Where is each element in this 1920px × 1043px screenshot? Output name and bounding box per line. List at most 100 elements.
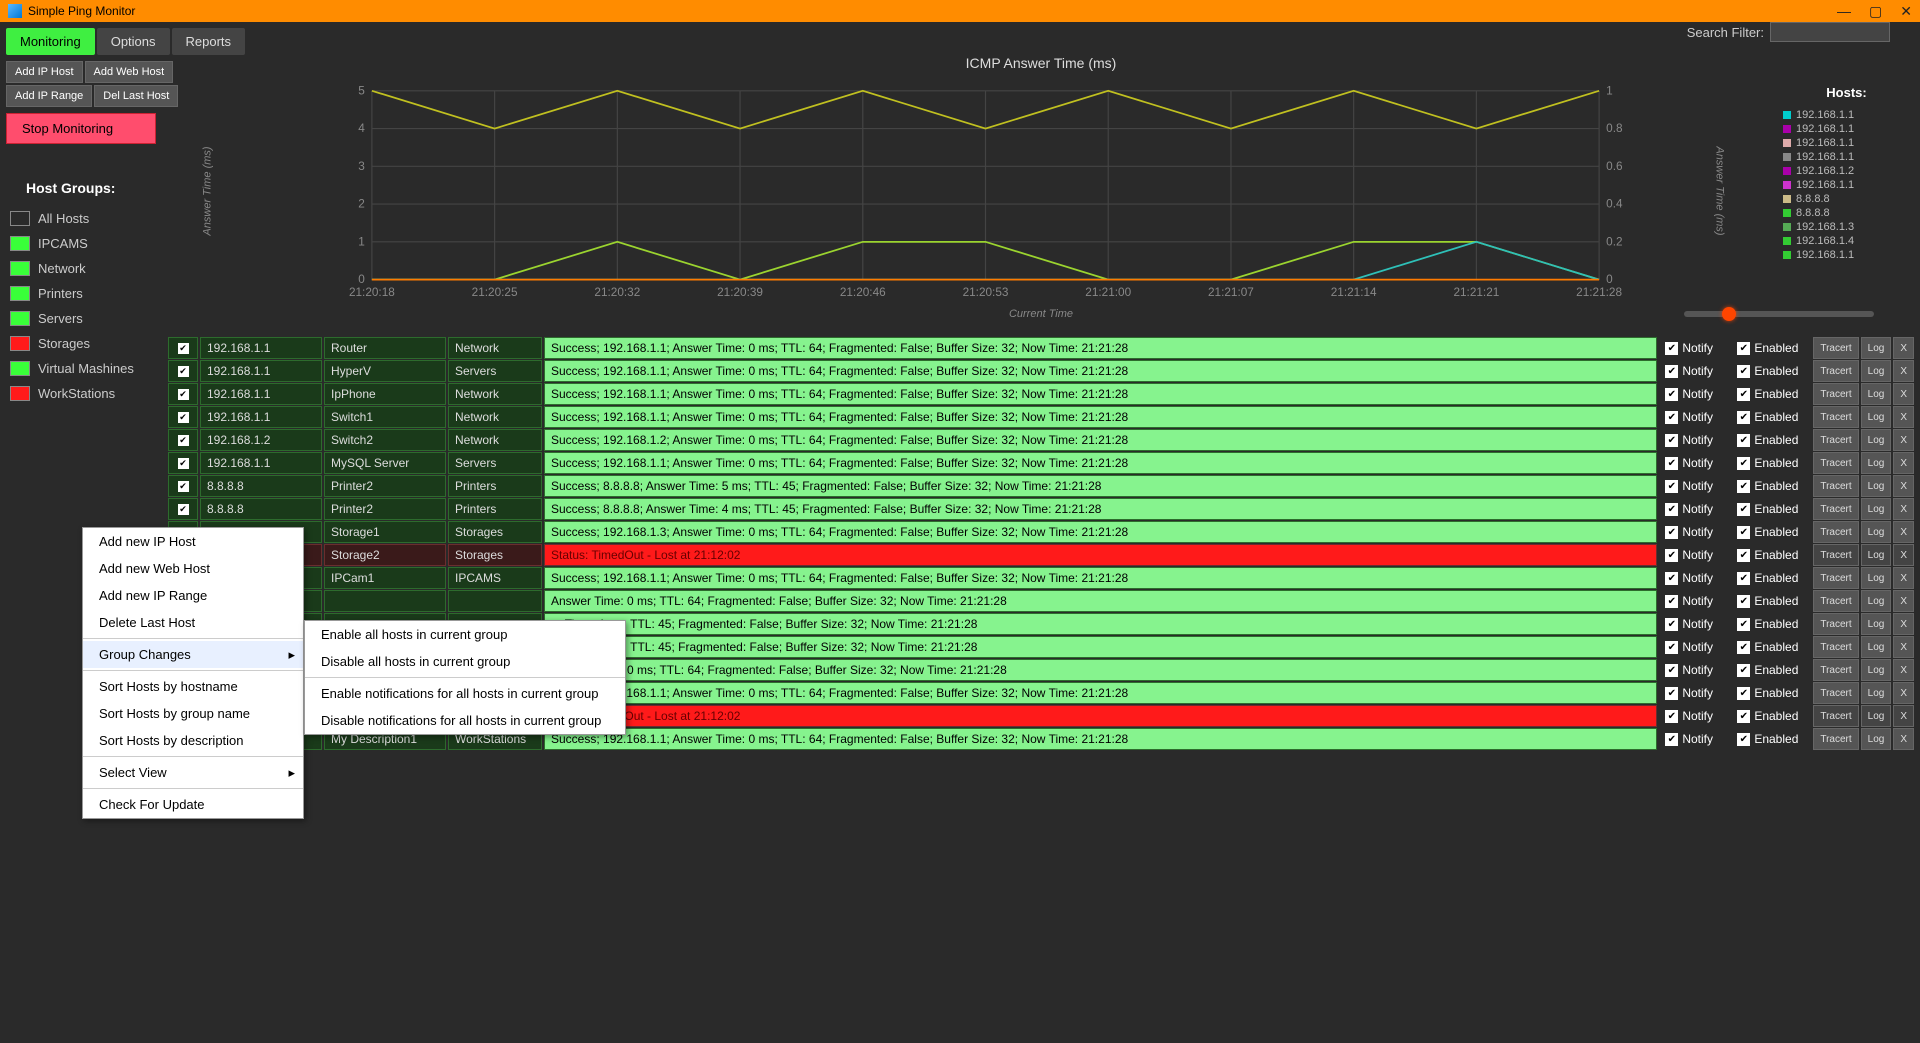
checkbox-icon[interactable]: ✔ (1737, 388, 1750, 401)
tracert-button[interactable]: Tracert (1813, 705, 1858, 727)
maximize-icon[interactable]: ▢ (1869, 3, 1882, 20)
row-expand[interactable]: ✔ (168, 475, 198, 497)
context-menu-item[interactable]: Check For Update (83, 791, 303, 818)
notify-cell[interactable]: ✔Notify (1659, 544, 1729, 566)
log-button[interactable]: Log (1861, 636, 1892, 658)
delete-row-button[interactable]: X (1893, 360, 1914, 382)
checkbox-icon[interactable]: ✔ (1665, 595, 1678, 608)
delete-row-button[interactable]: X (1893, 544, 1914, 566)
checkbox-icon[interactable]: ✔ (1737, 733, 1750, 746)
legend-item[interactable]: 192.168.1.1 (1779, 136, 1914, 150)
checkbox-icon[interactable]: ✔ (1737, 457, 1750, 470)
enabled-cell[interactable]: ✔Enabled (1731, 567, 1811, 589)
delete-row-button[interactable]: X (1893, 406, 1914, 428)
checkbox-icon[interactable]: ✔ (1737, 526, 1750, 539)
log-button[interactable]: Log (1861, 682, 1892, 704)
notify-cell[interactable]: ✔Notify (1659, 360, 1729, 382)
tracert-button[interactable]: Tracert (1813, 590, 1858, 612)
sidebar-item[interactable]: Printers (6, 281, 156, 306)
enabled-cell[interactable]: ✔Enabled (1731, 498, 1811, 520)
notify-cell[interactable]: ✔Notify (1659, 728, 1729, 750)
context-menu[interactable]: Add new IP HostAdd new Web HostAdd new I… (82, 527, 304, 819)
log-button[interactable]: Log (1861, 521, 1892, 543)
notify-cell[interactable]: ✔Notify (1659, 521, 1729, 543)
legend-item[interactable]: 192.168.1.1 (1779, 248, 1914, 262)
tracert-button[interactable]: Tracert (1813, 659, 1858, 681)
notify-cell[interactable]: ✔Notify (1659, 429, 1729, 451)
table-row[interactable]: ✔ IPCam1 IPCAMS Success; 192.168.1.1; An… (168, 567, 1914, 589)
delete-row-button[interactable]: X (1893, 636, 1914, 658)
sidebar-item[interactable]: WorkStations (6, 381, 156, 406)
sidebar-item[interactable]: All Hosts (6, 206, 156, 231)
log-button[interactable]: Log (1861, 452, 1892, 474)
enabled-cell[interactable]: ✔Enabled (1731, 613, 1811, 635)
tracert-button[interactable]: Tracert (1813, 521, 1858, 543)
context-menu-item[interactable]: Enable all hosts in current group (305, 621, 625, 648)
table-row[interactable]: ✔ Answer Time: 0 ms; TTL: 64; Fragmented… (168, 590, 1914, 612)
legend-item[interactable]: 192.168.1.4 (1779, 234, 1914, 248)
tracert-button[interactable]: Tracert (1813, 406, 1858, 428)
notify-cell[interactable]: ✔Notify (1659, 636, 1729, 658)
delete-row-button[interactable]: X (1893, 705, 1914, 727)
notify-cell[interactable]: ✔Notify (1659, 452, 1729, 474)
enabled-cell[interactable]: ✔Enabled (1731, 544, 1811, 566)
row-expand[interactable]: ✔ (168, 498, 198, 520)
checkbox-icon[interactable]: ✔ (1737, 595, 1750, 608)
checkbox-icon[interactable]: ✔ (1665, 664, 1678, 677)
checkbox-icon[interactable]: ✔ (1665, 710, 1678, 723)
delete-row-button[interactable]: X (1893, 452, 1914, 474)
checkbox-icon[interactable]: ✔ (1737, 365, 1750, 378)
checkbox-icon[interactable]: ✔ (1737, 664, 1750, 677)
table-row[interactable]: ✔ 192.168.1.1 MySQL Server Servers Succe… (168, 452, 1914, 474)
tracert-button[interactable]: Tracert (1813, 383, 1858, 405)
checkbox-icon[interactable]: ✔ (1737, 641, 1750, 654)
notify-cell[interactable]: ✔Notify (1659, 590, 1729, 612)
context-submenu[interactable]: Enable all hosts in current groupDisable… (304, 620, 626, 735)
tab-options[interactable]: Options (97, 28, 170, 55)
delete-row-button[interactable]: X (1893, 429, 1914, 451)
checkbox-icon[interactable]: ✔ (1665, 526, 1678, 539)
legend-item[interactable]: 192.168.1.1 (1779, 122, 1914, 136)
log-button[interactable]: Log (1861, 475, 1892, 497)
time-slider[interactable] (1684, 311, 1874, 317)
notify-cell[interactable]: ✔Notify (1659, 383, 1729, 405)
checkbox-icon[interactable]: ✔ (1665, 503, 1678, 516)
table-row[interactable]: ✔ Storage1 Storages Success; 192.168.1.3… (168, 521, 1914, 543)
delete-row-button[interactable]: X (1893, 659, 1914, 681)
tab-monitoring[interactable]: Monitoring (6, 28, 95, 55)
tab-reports[interactable]: Reports (172, 28, 246, 55)
log-button[interactable]: Log (1861, 728, 1892, 750)
context-menu-item[interactable]: Sort Hosts by group name (83, 700, 303, 727)
log-button[interactable]: Log (1861, 567, 1892, 589)
log-button[interactable]: Log (1861, 337, 1892, 359)
log-button[interactable]: Log (1861, 613, 1892, 635)
delete-row-button[interactable]: X (1893, 682, 1914, 704)
sidebar-item[interactable]: Servers (6, 306, 156, 331)
enabled-cell[interactable]: ✔Enabled (1731, 360, 1811, 382)
delete-row-button[interactable]: X (1893, 613, 1914, 635)
checkbox-icon[interactable]: ✔ (1737, 342, 1750, 355)
sidebar-item[interactable]: Storages (6, 331, 156, 356)
context-menu-item[interactable]: Select View▸ (83, 759, 303, 786)
enabled-cell[interactable]: ✔Enabled (1731, 475, 1811, 497)
checkbox-icon[interactable]: ✔ (1665, 733, 1678, 746)
enabled-cell[interactable]: ✔Enabled (1731, 682, 1811, 704)
delete-row-button[interactable]: X (1893, 590, 1914, 612)
enabled-cell[interactable]: ✔Enabled (1731, 521, 1811, 543)
legend-item[interactable]: 192.168.1.2 (1779, 164, 1914, 178)
row-expand[interactable]: ✔ (168, 429, 198, 451)
log-button[interactable]: Log (1861, 360, 1892, 382)
tracert-button[interactable]: Tracert (1813, 475, 1858, 497)
checkbox-icon[interactable]: ✔ (1665, 365, 1678, 378)
table-row[interactable]: ✔ 8.8.8.8 Printer2 Printers Success; 8.8… (168, 498, 1914, 520)
log-button[interactable]: Log (1861, 705, 1892, 727)
enabled-cell[interactable]: ✔Enabled (1731, 590, 1811, 612)
checkbox-icon[interactable]: ✔ (1737, 710, 1750, 723)
enabled-cell[interactable]: ✔Enabled (1731, 337, 1811, 359)
enabled-cell[interactable]: ✔Enabled (1731, 659, 1811, 681)
slider-thumb[interactable] (1722, 307, 1736, 321)
checkbox-icon[interactable]: ✔ (1665, 388, 1678, 401)
close-icon[interactable]: ✕ (1900, 3, 1912, 20)
notify-cell[interactable]: ✔Notify (1659, 682, 1729, 704)
checkbox-icon[interactable]: ✔ (1665, 411, 1678, 424)
